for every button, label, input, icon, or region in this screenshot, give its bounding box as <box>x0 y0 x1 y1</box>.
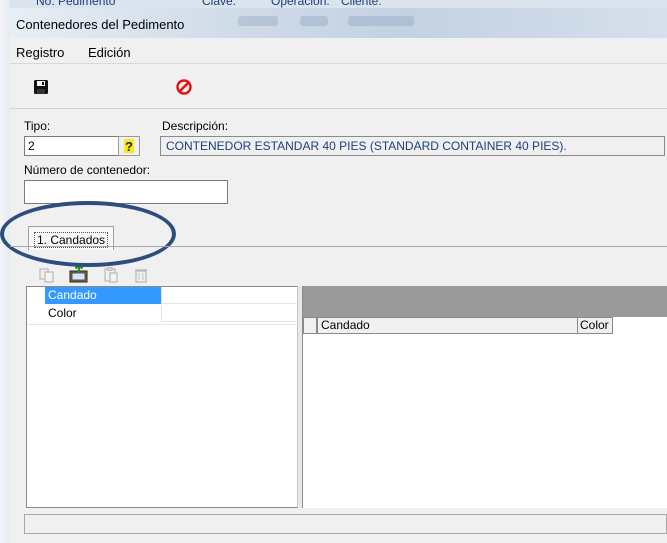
window-title: Contenedores del Pedimento <box>16 17 185 32</box>
blurred-text <box>348 16 414 26</box>
row-name: Candado <box>45 287 161 304</box>
menu-edicion[interactable]: Edición <box>88 45 131 60</box>
row-name: Color <box>48 306 77 320</box>
background-label: Cliente: <box>341 0 382 8</box>
toolbar-separator <box>10 108 667 109</box>
row-divider <box>27 324 297 325</box>
row-value[interactable] <box>161 287 297 304</box>
tipo-label: Tipo: <box>24 119 51 133</box>
blurred-text <box>238 16 278 26</box>
help-button[interactable]: ? <box>118 136 140 156</box>
background-window-edge <box>0 0 10 543</box>
background-window-strip: No. Pedimento Clave: Operación: Cliente: <box>0 0 667 8</box>
title-bar[interactable]: Contenedores del Pedimento <box>10 8 667 38</box>
row-value[interactable] <box>161 305 297 322</box>
cancel-icon[interactable] <box>175 78 193 96</box>
status-bar <box>24 514 667 534</box>
grid-row-color[interactable]: Color <box>27 305 297 322</box>
background-label: No. Pedimento <box>36 0 116 8</box>
descripcion-label: Descripción: <box>162 119 229 133</box>
column-header-color[interactable]: Color <box>577 317 613 334</box>
menu-bar: Registro Edición <box>10 41 667 64</box>
background-label: Operación: <box>271 0 330 8</box>
copy-icon[interactable] <box>38 266 56 284</box>
blurred-text <box>300 16 328 26</box>
add-record-icon[interactable] <box>68 263 90 284</box>
column-header-candado[interactable]: Candado <box>317 317 578 334</box>
row-selector-header <box>303 317 317 334</box>
grid-caption-band <box>303 286 667 317</box>
tipo-field[interactable]: 2 <box>24 136 119 156</box>
svg-text:?: ? <box>125 139 133 154</box>
numero-contenedor-field[interactable] <box>24 180 228 204</box>
delete-icon[interactable] <box>132 266 150 284</box>
background-label: Clave: <box>202 0 237 8</box>
save-icon[interactable] <box>33 79 49 95</box>
paste-icon[interactable] <box>102 266 120 284</box>
menu-registro[interactable]: Registro <box>16 45 64 60</box>
grid-row-candado[interactable]: Candado <box>27 287 297 304</box>
tab-divider <box>10 246 667 247</box>
question-icon: ? <box>124 139 134 154</box>
left-property-grid: Candado Color <box>26 286 298 508</box>
right-data-grid: Candado Color <box>302 286 667 508</box>
descripcion-field: CONTENEDOR ESTANDAR 40 PIES (STANDARD CO… <box>160 136 665 156</box>
numero-contenedor-label: Número de contenedor: <box>24 163 151 177</box>
